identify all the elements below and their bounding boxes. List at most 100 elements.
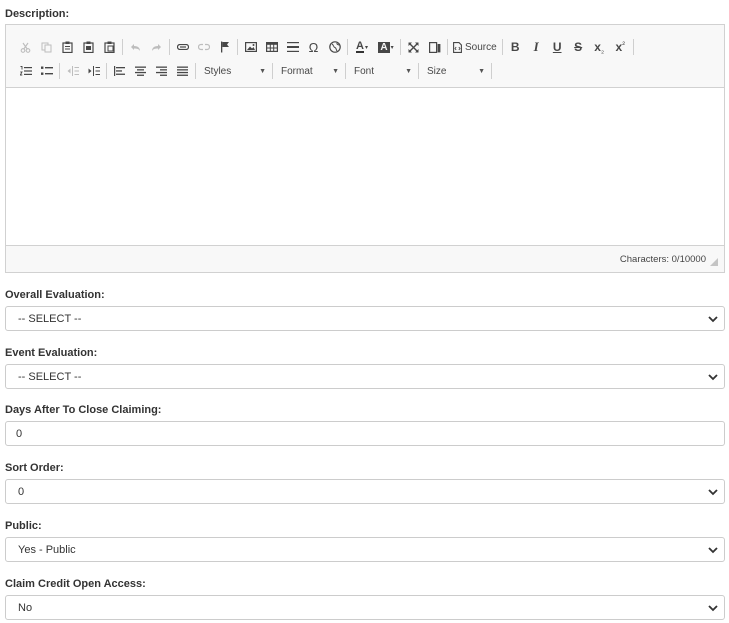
indent-icon[interactable] xyxy=(83,61,104,81)
bulleted-list-icon[interactable] xyxy=(36,61,57,81)
days-after-close-value: 0 xyxy=(16,427,23,440)
chevron-down-icon xyxy=(708,605,718,612)
source-button[interactable]: Source xyxy=(450,37,500,57)
public-select[interactable]: Yes - Public xyxy=(5,537,725,562)
claim-credit-open-access-label: Claim Credit Open Access: xyxy=(5,578,146,590)
superscript-mark: ² xyxy=(622,39,625,49)
align-justify-icon[interactable] xyxy=(172,61,193,81)
align-left-icon[interactable] xyxy=(109,61,130,81)
caret-icon: ▾ xyxy=(364,44,368,51)
superscript-x: x xyxy=(615,40,623,54)
paste-word-icon[interactable] xyxy=(99,37,120,57)
numbered-list-icon[interactable] xyxy=(15,61,36,81)
align-right-icon[interactable] xyxy=(151,61,172,81)
toolbar-separator xyxy=(400,39,401,55)
caret-icon: ▾ xyxy=(390,44,394,51)
public-value: Yes - Public xyxy=(18,543,76,556)
source-icon xyxy=(453,41,462,53)
claim-credit-open-access-value: No xyxy=(18,601,33,614)
special-char-icon[interactable]: Ω xyxy=(303,37,324,57)
toolbar-separator xyxy=(106,63,107,79)
format-dropdown-label: Format xyxy=(281,65,313,77)
toolbar-separator xyxy=(345,63,346,79)
toolbar-separator xyxy=(122,39,123,55)
toolbar-separator xyxy=(169,39,170,55)
editor-content-area[interactable] xyxy=(6,88,724,245)
chevron-down-icon xyxy=(708,489,718,496)
toolbar-separator xyxy=(272,63,273,79)
sort-order-select[interactable]: 0 xyxy=(5,479,725,504)
claim-credit-open-access-select[interactable]: No xyxy=(5,595,725,620)
outdent-icon[interactable] xyxy=(62,61,83,81)
days-after-close-input[interactable]: 0 xyxy=(5,421,725,446)
overall-evaluation-select[interactable]: -- SELECT -- xyxy=(5,306,725,331)
italic-icon[interactable]: I xyxy=(526,37,547,57)
chevron-down-icon xyxy=(708,374,718,381)
toolbar-separator xyxy=(501,39,503,55)
toolbar-separator xyxy=(632,39,634,55)
overall-evaluation-label: Overall Evaluation: xyxy=(5,289,105,301)
chevron-down-icon: ▼ xyxy=(259,67,266,75)
chevron-down-icon: ▼ xyxy=(478,67,485,75)
cut-icon[interactable] xyxy=(15,37,36,57)
editor-status-bar: Characters: 0/10000 xyxy=(6,245,724,272)
toolbar-separator xyxy=(195,63,196,79)
maximize-icon[interactable] xyxy=(403,37,424,57)
event-evaluation-select[interactable]: -- SELECT -- xyxy=(5,364,725,389)
sort-order-label: Sort Order: xyxy=(5,462,64,474)
unlink-icon[interactable] xyxy=(193,37,214,57)
styles-dropdown[interactable]: Styles ▼ xyxy=(198,61,270,81)
font-dropdown-label: Font xyxy=(354,65,375,77)
bg-color-glyph: A xyxy=(378,41,390,53)
toolbar-separator xyxy=(347,39,348,55)
event-evaluation-value: -- SELECT -- xyxy=(18,370,82,383)
horizontal-line-icon[interactable] xyxy=(282,37,303,57)
superscript-icon[interactable]: x² xyxy=(610,37,631,57)
iframe-globe-icon[interactable] xyxy=(324,37,345,57)
link-icon[interactable] xyxy=(172,37,193,57)
subscript-icon[interactable]: x₂ xyxy=(589,37,610,57)
underline-icon[interactable]: U xyxy=(547,37,568,57)
background-color-icon[interactable]: A ▾ xyxy=(374,37,398,57)
chevron-down-icon xyxy=(708,547,718,554)
text-color-glyph: A xyxy=(356,40,364,53)
sort-order-value: 0 xyxy=(18,485,25,498)
styles-dropdown-label: Styles xyxy=(204,65,232,77)
toolbar-row-1: Ω A ▾ A ▾ Source B I U S x ₂ x ² xyxy=(15,37,636,57)
text-color-icon[interactable]: A ▾ xyxy=(350,37,374,57)
subscript-x: x xyxy=(594,40,601,54)
format-dropdown[interactable]: Format ▼ xyxy=(275,61,343,81)
show-blocks-icon[interactable] xyxy=(424,37,445,57)
overall-evaluation-value: -- SELECT -- xyxy=(18,312,82,325)
chevron-down-icon: ▼ xyxy=(405,67,412,75)
chevron-down-icon xyxy=(708,316,718,323)
font-dropdown[interactable]: Font ▼ xyxy=(348,61,416,81)
bold-icon[interactable]: B xyxy=(505,37,526,57)
toolbar-separator xyxy=(59,63,60,79)
toolbar-separator xyxy=(447,39,448,55)
paste-icon[interactable] xyxy=(57,37,78,57)
anchor-flag-icon[interactable] xyxy=(214,37,235,57)
image-icon[interactable] xyxy=(240,37,261,57)
size-dropdown-label: Size xyxy=(427,65,447,77)
size-dropdown[interactable]: Size ▼ xyxy=(421,61,489,81)
copy-icon[interactable] xyxy=(36,37,57,57)
event-evaluation-label: Event Evaluation: xyxy=(5,347,98,359)
undo-icon[interactable] xyxy=(125,37,146,57)
description-label: Description: xyxy=(5,8,70,20)
character-counter: Characters: 0/10000 xyxy=(619,253,706,265)
paste-text-icon[interactable] xyxy=(78,37,99,57)
align-center-icon[interactable] xyxy=(130,61,151,81)
subscript-mark: ₂ xyxy=(600,45,605,55)
table-icon[interactable] xyxy=(261,37,282,57)
rich-text-editor: Ω A ▾ A ▾ Source B I U S x ₂ x ² Styles … xyxy=(5,24,725,273)
editor-toolbar: Ω A ▾ A ▾ Source B I U S x ₂ x ² Styles … xyxy=(6,25,724,88)
toolbar-separator xyxy=(491,63,492,79)
strikethrough-icon[interactable]: S xyxy=(568,37,589,57)
redo-icon[interactable] xyxy=(146,37,167,57)
resize-handle-icon[interactable] xyxy=(710,258,718,266)
toolbar-separator xyxy=(418,63,419,79)
toolbar-row-2: Styles ▼ Format ▼ Font ▼ Size ▼ xyxy=(15,61,494,81)
toolbar-separator xyxy=(237,39,238,55)
source-label: Source xyxy=(465,41,497,53)
